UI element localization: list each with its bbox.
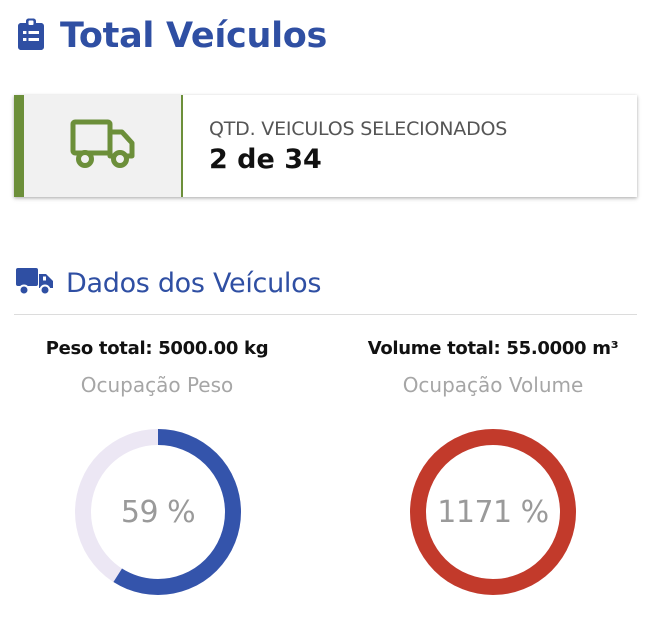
vehicles-summary-card: QTD. VEICULOS SELECIONADOS 2 de 34 — [14, 95, 637, 197]
total-volume-label: Volume total: 55.0000 m³ — [367, 338, 619, 359]
total-weight-label: Peso total: 5000.00 kg — [45, 338, 269, 359]
page-title: Total Veículos — [18, 16, 327, 56]
card-accent-bar — [14, 95, 24, 197]
volume-occupation-gauge: 1171 % — [405, 424, 581, 600]
selected-vehicles-label: QTD. VEICULOS SELECIONADOS — [209, 117, 508, 140]
card-info: QTD. VEICULOS SELECIONADOS 2 de 34 — [183, 95, 507, 197]
clipboard-icon — [18, 18, 44, 54]
truck-icon — [70, 118, 136, 174]
volume-occupation-label: Ocupação Volume — [402, 373, 584, 397]
page-title-text: Total Veículos — [60, 16, 328, 56]
weight-occupation-gauge: 59 % — [70, 424, 246, 600]
weight-occupation-label: Ocupação Peso — [80, 373, 234, 397]
card-icon-box — [24, 95, 183, 197]
volume-occupation-value: 1171 % — [437, 494, 549, 530]
volume-metric: Volume total: 55.0000 m³ Ocupação Volume — [343, 338, 643, 397]
weight-metric: Peso total: 5000.00 kg Ocupação Peso — [7, 338, 307, 397]
vehicle-data-section-title: Dados dos Veículos — [16, 266, 321, 300]
truck-icon — [16, 266, 54, 300]
weight-occupation-value: 59 % — [120, 494, 196, 530]
selected-vehicles-count: 2 de 34 — [209, 143, 322, 175]
section-divider — [14, 314, 637, 315]
vehicle-data-title: Dados dos Veículos — [66, 267, 322, 299]
